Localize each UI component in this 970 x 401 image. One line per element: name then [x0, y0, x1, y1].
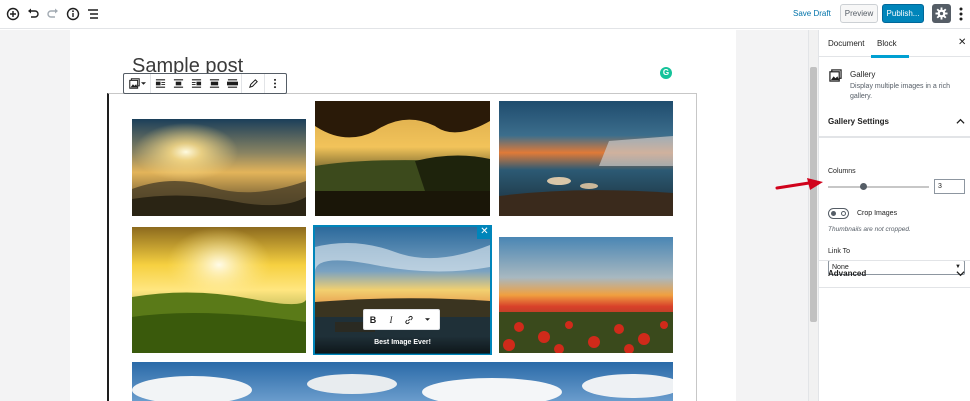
- align-center-button[interactable]: [169, 74, 187, 93]
- info-icon[interactable]: [66, 7, 80, 21]
- more-vertical-icon: [273, 78, 277, 89]
- redo-icon[interactable]: [46, 7, 60, 21]
- editor-header: Save Draft Preview Publish...: [0, 0, 970, 29]
- chevron-down-icon: [424, 318, 430, 321]
- caption-format-toolbar: B I: [363, 309, 440, 330]
- chevron-up-icon: [956, 118, 965, 124]
- add-block-icon[interactable]: [6, 7, 20, 21]
- sidebar-tabs: Document Block ✕: [819, 30, 970, 58]
- link-button[interactable]: [400, 310, 418, 329]
- crop-images-toggle[interactable]: [828, 208, 849, 219]
- settings-button[interactable]: [932, 4, 951, 23]
- editor-scrollbar[interactable]: [808, 30, 818, 401]
- pencil-icon: [248, 79, 258, 88]
- gallery-icon: [829, 69, 842, 82]
- columns-range-thumb[interactable]: [860, 183, 867, 190]
- wide-width-button[interactable]: [205, 74, 223, 93]
- link-to-label: Link To: [828, 248, 851, 255]
- scrollbar-thumb[interactable]: [810, 67, 817, 322]
- advanced-panel-toggle[interactable]: Advanced: [819, 260, 970, 287]
- block-navigation-icon[interactable]: [86, 7, 100, 21]
- italic-button[interactable]: I: [382, 310, 400, 329]
- columns-range-track[interactable]: [828, 186, 929, 188]
- tab-document[interactable]: Document: [828, 39, 864, 48]
- align-left-button[interactable]: [151, 74, 169, 93]
- annotation-arrow: [775, 178, 823, 190]
- gallery-image[interactable]: [132, 227, 306, 353]
- publish-button[interactable]: Publish...: [882, 4, 924, 23]
- gallery-image[interactable]: [315, 101, 490, 216]
- save-draft-link[interactable]: Save Draft: [793, 9, 831, 18]
- close-sidebar-button[interactable]: ✕: [958, 37, 966, 48]
- gallery-image[interactable]: [499, 237, 673, 353]
- undo-icon[interactable]: [26, 7, 40, 21]
- columns-label: Columns: [828, 168, 856, 175]
- columns-number-input[interactable]: 3: [934, 179, 965, 194]
- grammarly-icon[interactable]: G: [660, 67, 672, 79]
- block-more-options[interactable]: [265, 74, 285, 93]
- block-card-description: Display multiple images in a rich galler…: [850, 83, 950, 100]
- panel-title: Gallery Settings: [828, 117, 889, 126]
- link-icon: [405, 315, 413, 324]
- chevron-down-icon: [140, 82, 146, 85]
- block-card-title: Gallery: [850, 70, 876, 79]
- full-width-icon: [226, 79, 238, 88]
- align-right-button[interactable]: [187, 74, 205, 93]
- gallery-image[interactable]: [132, 119, 306, 216]
- crop-images-help: Thumbnails are not cropped.: [828, 226, 911, 233]
- wide-width-icon: [209, 79, 219, 88]
- gallery-image[interactable]: [132, 362, 673, 401]
- bold-button[interactable]: B: [364, 310, 382, 329]
- align-right-icon: [191, 79, 201, 88]
- panel-title: Advanced: [828, 269, 867, 278]
- align-left-icon: [155, 79, 165, 88]
- edit-gallery-button[interactable]: [242, 74, 264, 93]
- gallery-image[interactable]: [499, 101, 673, 216]
- more-options-icon[interactable]: [957, 6, 965, 22]
- align-center-icon: [173, 79, 183, 88]
- tab-block[interactable]: Block: [877, 39, 897, 48]
- remove-image-button[interactable]: ✕: [477, 225, 492, 239]
- full-width-button[interactable]: [223, 74, 241, 93]
- block-toolbar: [123, 73, 287, 94]
- preview-button[interactable]: Preview: [840, 4, 878, 23]
- more-rich-text-button[interactable]: [418, 310, 436, 329]
- block-type-switcher[interactable]: [124, 74, 150, 93]
- image-caption[interactable]: Best Image Ever!: [315, 336, 490, 354]
- close-icon: ✕: [480, 226, 489, 237]
- gallery-settings-panel-toggle[interactable]: Gallery Settings: [819, 108, 970, 135]
- settings-sidebar: Document Block ✕ Gallery Display multipl…: [818, 30, 970, 401]
- crop-images-label: Crop Images: [857, 210, 898, 217]
- chevron-down-icon: [956, 271, 965, 277]
- gear-icon: [935, 7, 948, 20]
- gallery-icon: [128, 78, 140, 89]
